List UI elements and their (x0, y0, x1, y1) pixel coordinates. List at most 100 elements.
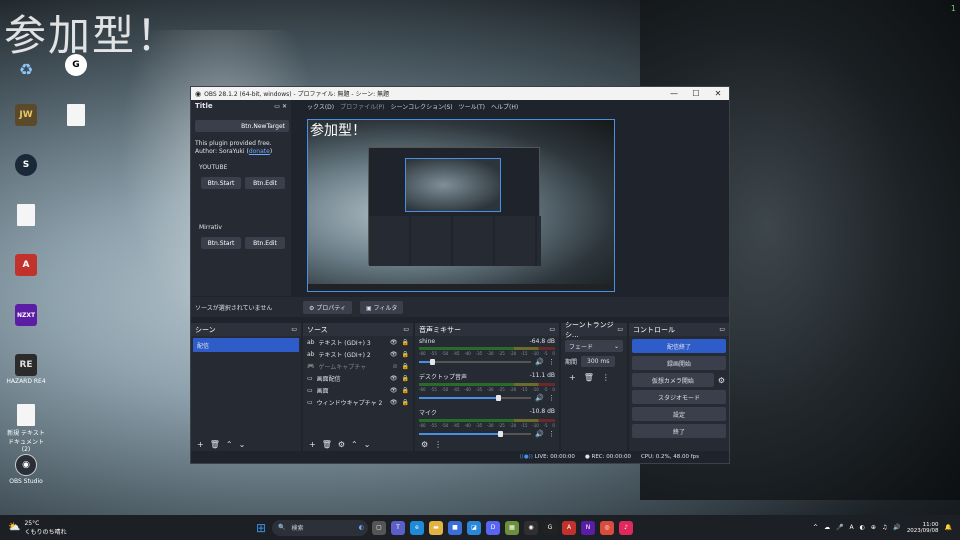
start-virtual-camera-button[interactable]: 仮想カメラ開始 (632, 373, 714, 387)
youtube-edit-button[interactable]: Btn.Edit (245, 177, 285, 189)
duration-input[interactable]: 300 ms (581, 356, 616, 367)
ghub-taskbar-icon[interactable]: G (543, 520, 557, 535)
donate-link[interactable]: donate (249, 148, 270, 155)
menu-dots-icon[interactable]: ⋮ (548, 394, 555, 402)
tray-icon[interactable]: ⊕ (871, 524, 876, 531)
scene-item[interactable]: 配信 (193, 338, 299, 352)
add-icon[interactable]: + (197, 440, 204, 449)
gear-icon[interactable]: ⚙ (718, 376, 725, 385)
taskbar-search[interactable]: 🔍 検索 ◐ (272, 519, 368, 536)
volume-slider[interactable] (419, 395, 532, 401)
menu-tools[interactable]: ツール(T) (459, 102, 485, 111)
desktop-icon-game-shortcut[interactable]: RE HAZARD RE4 (4, 354, 48, 385)
trash-icon[interactable]: 🗑 (322, 440, 332, 449)
settings-button[interactable]: 設定 (632, 407, 726, 421)
lock-icon[interactable]: 🔒 (402, 339, 409, 346)
store-taskbar-icon[interactable]: ■ (448, 520, 462, 535)
volume-knob[interactable] (430, 359, 436, 365)
discord-taskbar-icon[interactable]: D (486, 520, 500, 535)
new-target-button[interactable]: Btn.NewTarget (195, 120, 289, 132)
eye-icon[interactable]: 👁 (390, 399, 398, 406)
tiktok-taskbar-icon[interactable]: ♪ (619, 520, 633, 535)
move-up-icon[interactable]: ⌃ (226, 440, 233, 449)
speaker-icon[interactable]: 🔊 (535, 394, 544, 402)
trash-icon[interactable]: 🗑 (584, 373, 594, 382)
undock-icon[interactable]: ▭ (291, 326, 297, 333)
edge-taskbar-icon[interactable]: e (410, 520, 424, 535)
transition-select[interactable]: フェード ⌄ (565, 340, 623, 352)
program-preview[interactable]: 参加型！ (307, 119, 615, 292)
desktop-icon-blank-file-2[interactable] (4, 204, 48, 228)
undock-icon[interactable]: ▭ (719, 326, 725, 333)
source-row[interactable]: 🎮 ゲームキャプチャ ⊘ 🔒 (303, 360, 413, 372)
eye-icon[interactable]: 👁 (390, 351, 398, 358)
move-up-icon[interactable]: ⌃ (351, 440, 358, 449)
explorer-taskbar-icon[interactable]: ▬ (429, 520, 443, 535)
apex-taskbar-icon[interactable]: A (562, 520, 576, 535)
close-button[interactable]: ✕ (707, 89, 729, 98)
dock-float-close-icon[interactable]: ▭ ✕ (274, 103, 287, 110)
desktop-icon-steam[interactable]: S (4, 154, 48, 178)
undock-icon[interactable]: ▭ (403, 326, 409, 333)
photos-taskbar-icon[interactable]: ◪ (467, 520, 481, 535)
start-icon[interactable]: ⊞ (254, 521, 268, 535)
source-row[interactable]: ab テキスト (GDI+) 2 👁 🔒 (303, 348, 413, 360)
minecraft-taskbar-icon[interactable]: ▦ (505, 520, 519, 535)
move-down-icon[interactable]: ⌄ (364, 440, 371, 449)
add-icon[interactable]: + (569, 373, 576, 382)
lock-icon[interactable]: 🔒 (402, 399, 409, 406)
filters-button[interactable]: ▣ フィルタ (359, 300, 404, 314)
undock-icon[interactable]: ▭ (549, 326, 555, 333)
desktop-icon-jurassic-world[interactable]: JW (4, 104, 48, 128)
add-icon[interactable]: + (309, 440, 316, 449)
tray-icon[interactable]: 🔊 (893, 524, 900, 531)
chrome-taskbar-icon[interactable]: ◎ (600, 520, 614, 535)
tray-icon[interactable]: 🎤 (836, 524, 843, 531)
menu-scene-collection[interactable]: シーンコレクション(S) (390, 102, 452, 111)
tray-icon[interactable]: ☁ (824, 524, 830, 531)
nzxt-taskbar-icon[interactable]: N (581, 520, 595, 535)
speaker-icon[interactable]: 🔊 (535, 358, 544, 366)
clock[interactable]: 11:00 2023/09/08 (907, 522, 939, 534)
menu-profile[interactable]: プロファイル(P) (340, 102, 384, 111)
eye-icon[interactable]: 👁 (390, 375, 398, 382)
menu-dots-icon[interactable]: ⋮ (548, 358, 555, 366)
source-row[interactable]: ab テキスト (GDI+) 3 👁 🔒 (303, 336, 413, 348)
desktop-icon-blank-file[interactable] (54, 104, 98, 128)
desktop-icon-ghub[interactable]: G (54, 54, 98, 78)
eye-icon[interactable]: 👁 (390, 339, 398, 346)
mirrativ-edit-button[interactable]: Btn.Edit (245, 237, 285, 249)
desktop-icon-obs-studio[interactable]: ◉ OBS Studio (4, 454, 48, 485)
menu-dots-icon[interactable]: ⋮ (434, 440, 442, 449)
maximize-button[interactable]: ☐ (685, 89, 707, 98)
source-row[interactable]: ▭ ウィンドウキャプチャ 2 👁 🔒 (303, 396, 413, 408)
lock-icon[interactable]: 🔒 (402, 351, 409, 358)
task-view-taskbar-icon[interactable]: ▢ (372, 520, 386, 535)
gear-icon[interactable]: ⚙ (421, 440, 428, 449)
menu-dots-icon[interactable]: ⋮ (602, 373, 610, 382)
lock-icon[interactable]: 🔒 (402, 387, 409, 394)
obs-taskbar-icon[interactable]: ◉ (524, 520, 538, 535)
desktop-icon-recycle-bin[interactable]: ♻ (4, 58, 48, 82)
notification-icon[interactable]: 🔔 (945, 524, 952, 531)
volume-knob[interactable] (495, 395, 501, 401)
weather-widget[interactable]: ⛅ 25°C くもりのち晴れ (0, 520, 66, 536)
menu-docks[interactable]: ックス(D) (307, 102, 334, 111)
lock-icon[interactable]: 🔒 (402, 363, 409, 370)
tray-icon[interactable]: A (850, 524, 854, 531)
tray-icon[interactable]: ♫ (882, 524, 887, 531)
volume-slider[interactable] (419, 431, 532, 437)
teams-taskbar-icon[interactable]: T (391, 520, 405, 535)
eye-off-icon[interactable]: ⊘ (392, 363, 397, 370)
properties-button[interactable]: ⚙ プロパティ (303, 300, 352, 314)
move-down-icon[interactable]: ⌄ (239, 440, 246, 449)
source-row[interactable]: ▭ 画面 👁 🔒 (303, 384, 413, 396)
gear-icon[interactable]: ⚙ (338, 440, 345, 449)
obs-titlebar[interactable]: ◉ OBS 28.1.2 (64-bit, windows) - プロファイル:… (191, 87, 729, 100)
studio-mode-button[interactable]: スタジオモード (632, 390, 726, 404)
tray-icon[interactable]: ◐ (860, 524, 865, 531)
stop-streaming-button[interactable]: 配信終了 (632, 339, 726, 353)
source-row[interactable]: ▭ 画面配信 👁 🔒 (303, 372, 413, 384)
desktop-icon-new-text-doc[interactable]: 新規 テキスト ドキュメント (2) (4, 404, 48, 453)
menu-help[interactable]: ヘルプ(H) (491, 102, 518, 111)
